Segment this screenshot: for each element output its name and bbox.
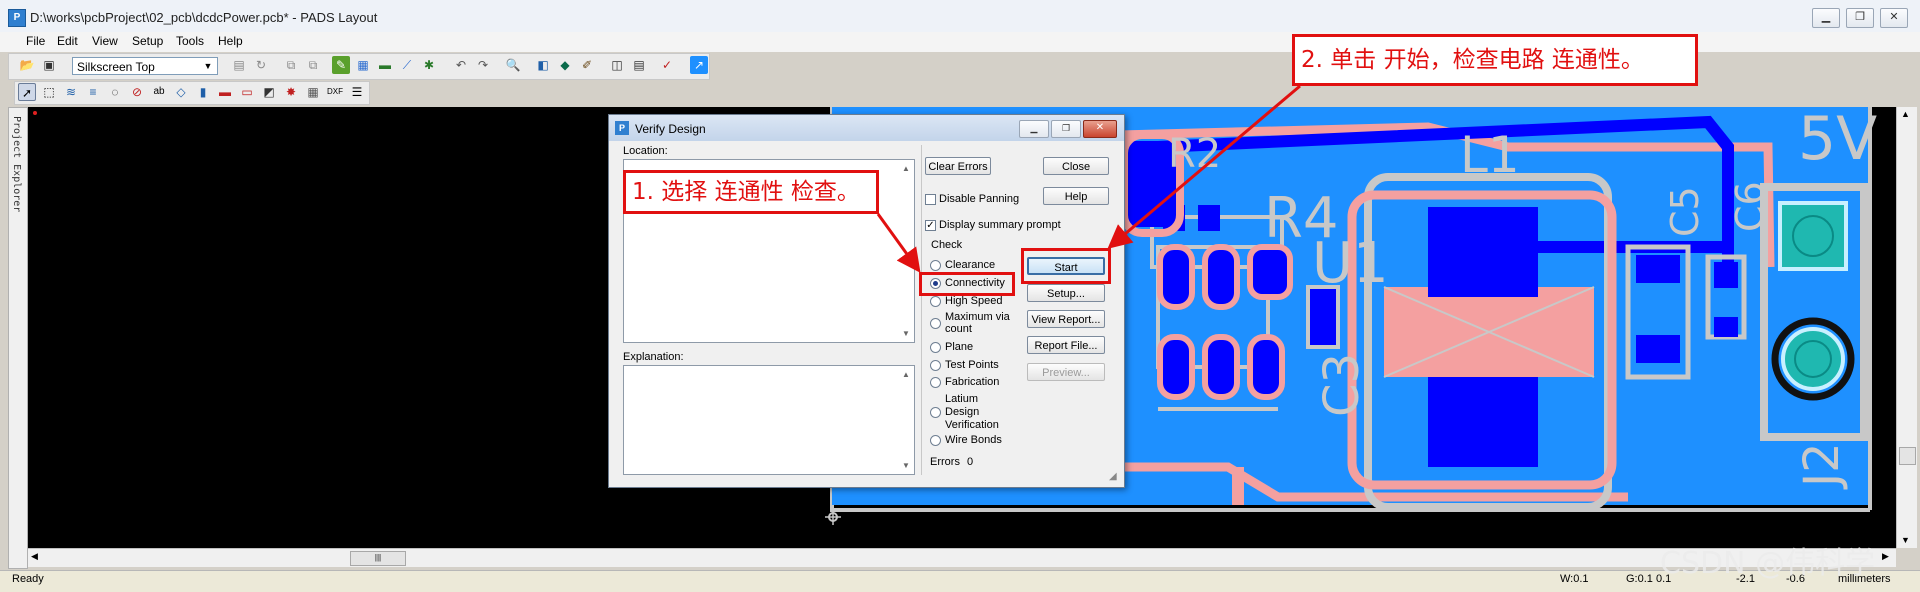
watermark: CSDN @伟科学	[1660, 546, 1876, 581]
annotation-step2: 2. 单击 开始，检查电路 连通性。	[1292, 34, 1698, 86]
annotation-step1: 1. 选择 连通性 检查。	[623, 170, 879, 214]
annotation-arrows	[876, 84, 1301, 273]
